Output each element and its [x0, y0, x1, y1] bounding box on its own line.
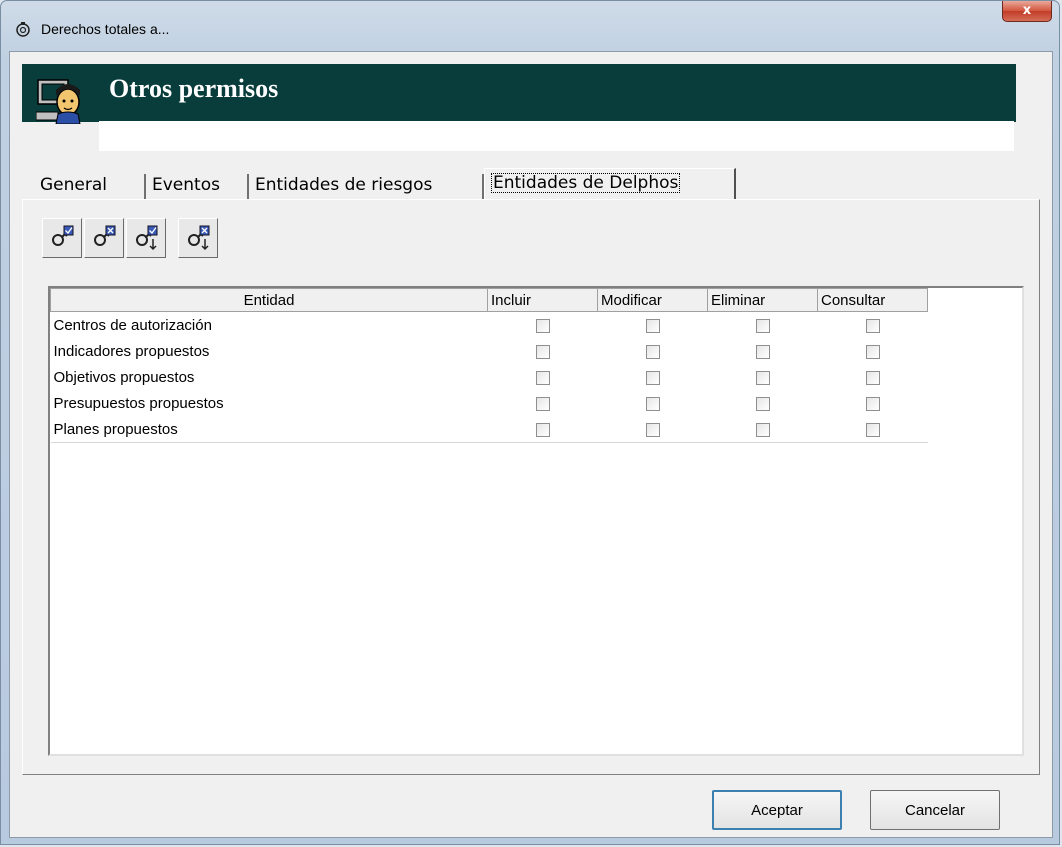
column-header-entidad[interactable]: Entidad [50, 288, 488, 312]
entity-name: Centros de autorización [53, 316, 212, 334]
incluir-checkbox[interactable] [535, 370, 550, 385]
incluir-checkbox[interactable] [535, 396, 550, 411]
consultar-checkbox[interactable] [865, 318, 880, 333]
tab-eventos-label: Eventos [152, 175, 220, 195]
modificar-checkbox[interactable] [645, 318, 660, 333]
eliminar-checkbox[interactable] [755, 422, 770, 437]
dialog-client-area: Otros permisos General Eventos Entidades… [9, 51, 1053, 838]
entity-name: Presupuestos propuestos [53, 394, 224, 412]
check-all-button[interactable] [42, 218, 82, 258]
banner-description-strip [99, 121, 1014, 151]
consultar-checkbox[interactable] [865, 422, 880, 437]
tab-general[interactable]: General [34, 174, 146, 200]
incluir-checkbox[interactable] [535, 344, 550, 359]
column-header-consultar[interactable]: Consultar [817, 288, 928, 312]
entity-name: Planes propuestos [50, 416, 488, 443]
tab-entidades-delphos-label: Entidades de Delphos [491, 173, 681, 193]
entity-name: Objetivos propuestos [53, 368, 195, 386]
column-header-eliminar[interactable]: Eliminar [707, 288, 818, 312]
dialog-window: Derechos totales a... x Otros permisos G… [0, 0, 1060, 845]
modificar-checkbox[interactable] [645, 422, 660, 437]
tab-entidades-riesgos-label: Entidades de riesgos [255, 175, 433, 195]
key-uncheck-all-icon [94, 225, 116, 246]
modificar-checkbox[interactable] [645, 344, 660, 359]
eliminar-checkbox[interactable] [755, 344, 770, 359]
permissions-table: Entidad Incluir Modificar Eliminar Consu… [50, 288, 928, 443]
cancel-button-label: Cancelar [904, 801, 966, 819]
incluir-checkbox[interactable] [535, 422, 550, 437]
header-banner: Otros permisos [22, 64, 1016, 151]
table-row: Objetivos propuestos [51, 364, 928, 390]
cancel-button[interactable]: Cancelar [870, 790, 1000, 830]
key-check-all-icon [52, 225, 74, 246]
table-header-row: Entidad Incluir Modificar Eliminar Consu… [50, 288, 928, 312]
tab-entidades-riesgos[interactable]: Entidades de riesgos [249, 174, 484, 200]
title-bar[interactable]: Derechos totales a... x [1, 1, 1059, 51]
entity-name: Indicadores propuestos [53, 342, 210, 360]
accept-button[interactable]: Aceptar [712, 790, 842, 830]
column-header-incluir[interactable]: Incluir [487, 288, 598, 312]
banner-title: Otros permisos [109, 74, 279, 103]
table-row: Planes propuestos [50, 416, 928, 443]
consultar-checkbox[interactable] [865, 396, 880, 411]
key-uncheck-column-icon [188, 225, 210, 251]
eliminar-checkbox[interactable] [755, 318, 770, 333]
consultar-checkbox[interactable] [865, 370, 880, 385]
permissions-grid[interactable]: Entidad Incluir Modificar Eliminar Consu… [48, 286, 1024, 756]
uncheck-column-button[interactable] [178, 218, 218, 258]
user-computer-icon [36, 79, 81, 124]
eliminar-checkbox[interactable] [755, 370, 770, 385]
eliminar-checkbox[interactable] [755, 396, 770, 411]
incluir-checkbox[interactable] [535, 318, 550, 333]
table-row: Centros de autorización [51, 312, 928, 339]
check-column-button[interactable] [126, 218, 166, 258]
tab-entidades-delphos[interactable]: Entidades de Delphos [484, 168, 736, 200]
tab-eventos[interactable]: Eventos [146, 174, 249, 200]
key-check-column-icon [136, 225, 158, 251]
modificar-checkbox[interactable] [645, 370, 660, 385]
app-icon [16, 22, 30, 37]
table-row: Presupuestos propuestos [51, 390, 928, 416]
modificar-checkbox[interactable] [645, 396, 660, 411]
uncheck-all-button[interactable] [84, 218, 124, 258]
accept-button-label: Aceptar [751, 801, 803, 819]
window-title: Derechos totales a... [41, 21, 170, 37]
consultar-checkbox[interactable] [865, 344, 880, 359]
table-row: Indicadores propuestos [51, 338, 928, 364]
close-icon: x [1022, 3, 1032, 18]
tab-general-label: General [40, 175, 107, 195]
close-button[interactable]: x [1002, 1, 1052, 22]
column-header-modificar[interactable]: Modificar [597, 288, 708, 312]
